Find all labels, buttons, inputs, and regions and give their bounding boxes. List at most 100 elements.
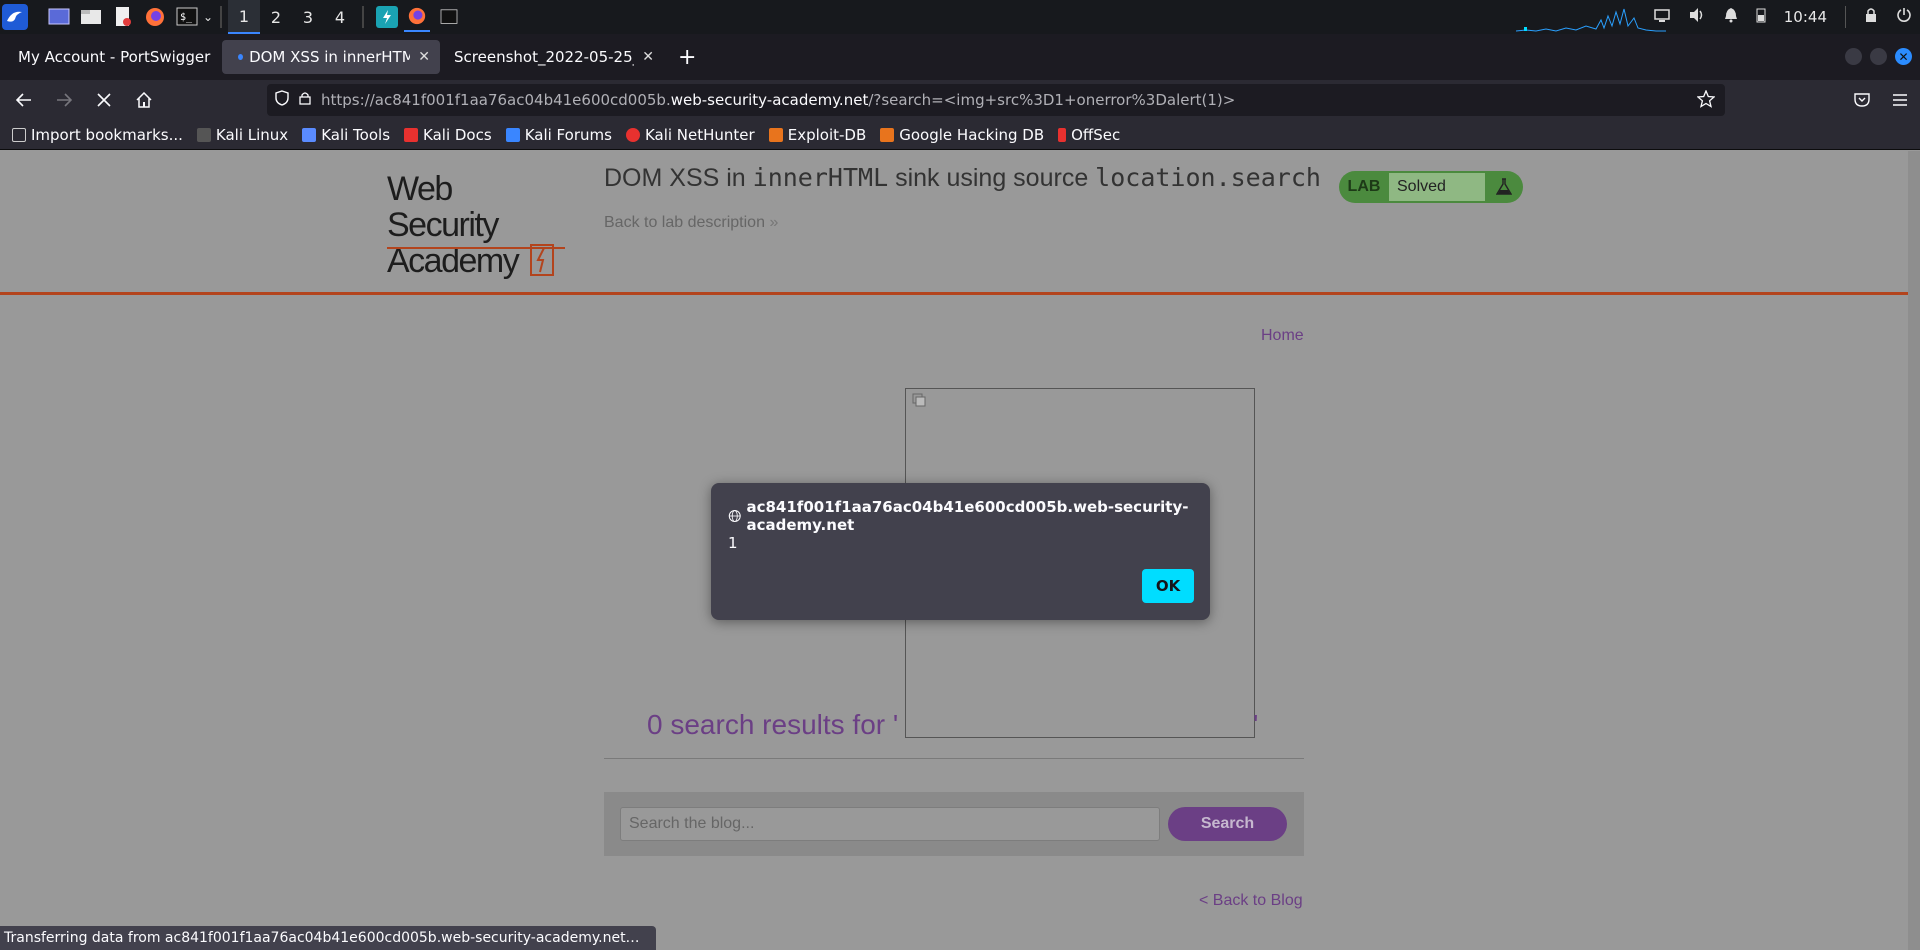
kali-tools-icon — [302, 127, 317, 142]
stop-loading-button[interactable] — [86, 82, 122, 118]
notification-bell-icon[interactable] — [1724, 7, 1738, 27]
lab-status-text: Solved — [1389, 173, 1485, 201]
results-divider — [604, 758, 1304, 759]
forward-button[interactable] — [46, 82, 82, 118]
home-link[interactable]: Home — [1261, 327, 1304, 345]
lock-icon[interactable] — [299, 91, 311, 109]
volume-icon[interactable] — [1688, 7, 1706, 27]
network-monitor-graph — [1516, 8, 1666, 32]
lab-label: LAB — [1347, 178, 1381, 195]
broken-image-icon — [912, 393, 926, 407]
terminal-task-icon[interactable] — [436, 4, 462, 30]
ghdb-icon — [880, 127, 895, 142]
back-to-lab-description-link[interactable]: Back to lab description » — [604, 214, 778, 232]
bookmark-label: Kali Forums — [524, 125, 612, 144]
import-icon — [12, 127, 26, 142]
lab-status-badge: LAB Solved — [1339, 171, 1523, 203]
bookmark-label: Kali NetHunter — [644, 125, 755, 144]
bookmark-label: OffSec — [1071, 125, 1121, 144]
lab-title: DOM XSS in innerHTML sink using source l… — [604, 163, 1321, 192]
terminal-icon[interactable]: $_ — [174, 4, 200, 30]
search-button[interactable]: Search — [1168, 807, 1287, 841]
tab-screenshot[interactable]: Screenshot_2022-05-25_09_ ✕ — [444, 34, 664, 80]
workspace-3[interactable]: 3 — [292, 0, 324, 34]
bookmark-star-icon[interactable] — [1696, 89, 1716, 112]
close-icon[interactable]: ✕ — [418, 49, 430, 65]
taskbar-separator — [362, 6, 364, 28]
offsec-icon — [1058, 127, 1067, 142]
logo-line-1: Web Security — [387, 170, 499, 244]
bookmark-exploit-db[interactable]: Exploit-DB — [768, 125, 867, 144]
kali-dragon-icon — [196, 127, 211, 142]
flask-icon — [1485, 178, 1523, 196]
file-manager-icon[interactable] — [78, 4, 104, 30]
bookmark-label: Google Hacking DB — [899, 125, 1045, 144]
text-editor-icon[interactable] — [110, 4, 136, 30]
tab-label: DOM XSS in innerHTML si — [249, 48, 411, 66]
url-bar[interactable]: https://ac841f001f1aa76ac04b41e600cd005b… — [267, 84, 1725, 116]
desktop-icon[interactable] — [46, 4, 72, 30]
javascript-alert-dialog: ac841f001f1aa76ac04b41e600cd005b.web-sec… — [711, 483, 1210, 620]
bookmark-kali-tools[interactable]: Kali Tools — [302, 126, 390, 144]
shield-icon[interactable] — [275, 90, 289, 110]
clock[interactable]: 10:44 — [1784, 8, 1827, 26]
url-prefix: https://ac841f001f1aa76ac04b41e600cd005b… — [321, 91, 671, 109]
hamburger-menu-icon[interactable] — [1882, 82, 1918, 118]
power-icon[interactable] — [1896, 7, 1912, 27]
bookmark-kali-forums[interactable]: Kali Forums — [505, 125, 612, 144]
logo-underline — [387, 247, 565, 249]
bookmark-import[interactable]: Import bookmarks... — [12, 126, 183, 144]
bookmark-google-hacking-db[interactable]: Google Hacking DB — [880, 126, 1044, 144]
bookmark-kali-linux[interactable]: Kali Linux — [196, 126, 288, 144]
bookmarks-toolbar: Import bookmarks... Kali Linux Kali Tool… — [0, 120, 1920, 150]
taskbar-separator — [1845, 6, 1846, 28]
loading-dot-icon — [238, 54, 244, 60]
burp-suite-task-icon[interactable] — [376, 6, 398, 28]
window-controls: ✕ — [1845, 48, 1912, 65]
bookmark-label: Exploit-DB — [787, 125, 867, 144]
bookmark-kali-nethunter[interactable]: Kali NetHunter — [625, 125, 755, 144]
battery-icon[interactable] — [1756, 7, 1766, 27]
bookmark-label: Import bookmarks... — [31, 125, 183, 144]
tab-my-account[interactable]: My Account - PortSwigger ✕ — [0, 34, 218, 80]
tab-dom-xss[interactable]: DOM XSS in innerHTML si ✕ — [222, 40, 440, 74]
new-tab-button[interactable]: + — [664, 34, 710, 80]
page-scrollbar[interactable] — [1908, 151, 1920, 950]
window-close-button[interactable]: ✕ — [1895, 48, 1912, 65]
minimize-button[interactable] — [1845, 48, 1862, 65]
pocket-icon[interactable] — [1844, 82, 1880, 118]
workspace-2[interactable]: 2 — [260, 0, 292, 34]
bookmark-kali-docs[interactable]: Kali Docs — [404, 126, 492, 144]
blog-search-form: Search — [604, 792, 1304, 856]
web-security-academy-logo[interactable]: Web Security Academy — [387, 170, 567, 279]
home-button[interactable] — [126, 82, 162, 118]
nethunter-icon — [625, 127, 640, 142]
search-input[interactable] — [620, 807, 1160, 841]
bookmark-offsec[interactable]: OffSec — [1058, 126, 1120, 144]
bookmark-label: Kali Tools — [321, 125, 391, 144]
kali-menu-icon[interactable] — [2, 4, 28, 30]
close-icon[interactable]: ✕ — [642, 49, 654, 65]
maximize-button[interactable] — [1870, 48, 1887, 65]
alert-host-text: ac841f001f1aa76ac04b41e600cd005b.web-sec… — [746, 498, 1189, 534]
search-results-closing-quote: ' — [1253, 709, 1259, 740]
firefox-task-icon[interactable] — [404, 2, 430, 32]
system-tray: 10:44 — [1654, 0, 1920, 34]
back-to-blog-link[interactable]: < Back to Blog — [1199, 892, 1303, 910]
globe-icon — [728, 510, 741, 522]
plus-icon: + — [678, 44, 697, 70]
workspace-4[interactable]: 4 — [324, 0, 356, 34]
bookmark-label: Kali Docs — [423, 125, 492, 144]
alert-ok-button[interactable]: OK — [1142, 569, 1194, 603]
tab-label: Screenshot_2022-05-25_09_ — [454, 48, 634, 66]
tab-label: My Account - PortSwigger — [18, 48, 211, 66]
firefox-icon[interactable] — [142, 4, 168, 30]
system-taskbar: $_ ⌄ 1 2 3 4 10:44 — [0, 0, 1920, 34]
workspace-1[interactable]: 1 — [228, 0, 260, 34]
lock-icon[interactable] — [1864, 7, 1878, 27]
navigation-toolbar: https://ac841f001f1aa76ac04b41e600cd005b… — [0, 80, 1920, 120]
back-button[interactable] — [6, 82, 42, 118]
display-icon[interactable] — [1654, 8, 1670, 27]
alert-message: 1 — [728, 534, 738, 552]
chevron-down-icon[interactable]: ⌄ — [202, 4, 214, 30]
